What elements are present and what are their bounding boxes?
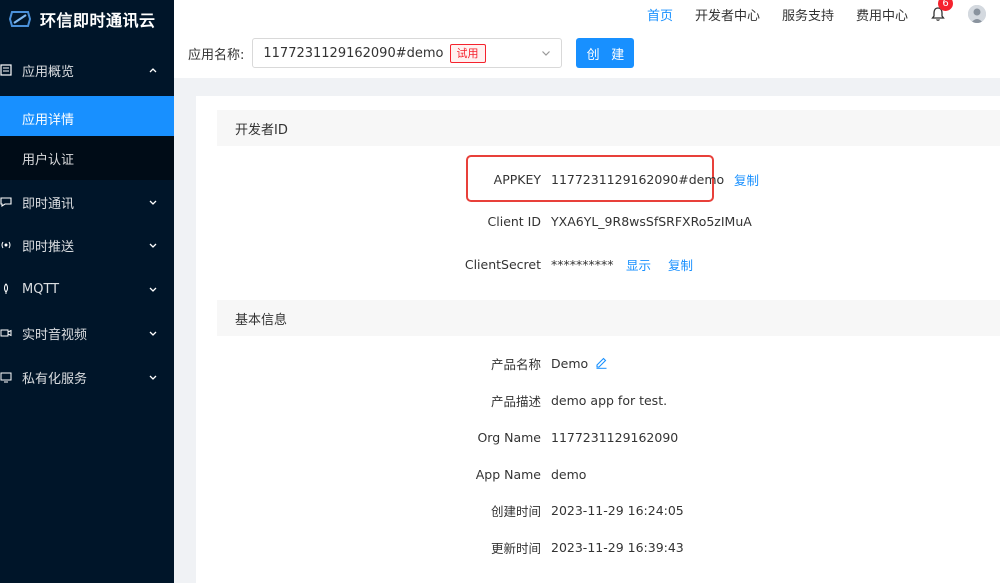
org-name-row: Org Name 1177231129162090: [196, 427, 1000, 447]
chevron-up-icon: [149, 68, 157, 73]
created-time-row: 创建时间 2023-11-29 16:24:05: [196, 500, 1000, 520]
nav-developer-center[interactable]: 开发者中心: [695, 5, 760, 24]
sidebar-group-mqtt[interactable]: MQTT: [0, 267, 174, 311]
client-secret-row: ClientSecret ********** 显示 复制: [196, 254, 1000, 274]
nav-support[interactable]: 服务支持: [782, 5, 834, 24]
sidebar-group-private[interactable]: 私有化服务: [0, 355, 174, 399]
trial-tag: 试用: [449, 43, 486, 63]
client-id-row: Client ID YXA6YL_9R8wsSfSRFXRo5zIMuA: [196, 211, 1000, 231]
chevron-down-icon: [149, 331, 157, 336]
chevron-down-icon: [149, 200, 157, 205]
show-secret-link[interactable]: 显示: [626, 255, 651, 274]
product-name-label: 产品名称: [490, 356, 541, 372]
chevron-down-icon: [149, 243, 157, 248]
org-name-value: 1177231129162090: [551, 429, 679, 445]
client-secret-label: ClientSecret: [464, 256, 541, 272]
client-id-label: Client ID: [487, 213, 541, 229]
sidebar-item-user-auth[interactable]: 用户认证: [0, 136, 174, 180]
developer-id-heading: 开发者ID: [217, 110, 1000, 146]
sidebar-group-label: MQTT: [22, 281, 60, 297]
sidebar-group-label: 应用概览: [22, 64, 75, 80]
chevron-down-icon: [149, 375, 157, 380]
sidebar-item-label: 用户认证: [22, 152, 75, 168]
mqtt-icon: [0, 283, 14, 295]
client-secret-value: **********: [551, 256, 614, 272]
app-name-value: demo: [551, 466, 587, 482]
avatar[interactable]: [968, 5, 986, 23]
copy-appkey-link[interactable]: 复制: [734, 170, 759, 189]
updated-time-value: 2023-11-29 16:39:43: [551, 539, 684, 555]
app-details-panel: 开发者ID APPKEY 1177231129162090#demo 复制 Cl…: [196, 96, 1000, 583]
product-desc-value: demo app for test.: [551, 392, 668, 408]
sidebar-group-push[interactable]: 即时推送: [0, 223, 174, 267]
top-nav: 首页 开发者中心 服务支持 费用中心 6: [647, 0, 1000, 28]
push-icon: [0, 239, 14, 251]
brand-title: 环信即时通讯云: [40, 11, 156, 30]
product-name-value: Demo: [551, 355, 589, 371]
sidebar-item-label: 应用详情: [22, 112, 75, 128]
appkey-label: APPKEY: [493, 171, 541, 187]
app-name-label: App Name: [475, 466, 541, 482]
sidebar-group-label: 实时音视频: [22, 327, 88, 343]
chevron-down-icon: [542, 51, 551, 56]
appkey-row: APPKEY 1177231129162090#demo 复制: [196, 169, 1000, 189]
app-select[interactable]: 1177231129162090#demo 试用: [252, 38, 563, 68]
sidebar-group-label: 即时推送: [22, 239, 75, 255]
logo-icon: [8, 10, 32, 28]
chat-icon: [0, 196, 14, 208]
basic-info-heading: 基本信息: [217, 300, 1000, 336]
created-time-value: 2023-11-29 16:24:05: [551, 502, 684, 518]
chevron-down-icon: [149, 287, 157, 292]
app-select-value: 1177231129162090#demo: [263, 45, 444, 61]
created-time-label: 创建时间: [490, 503, 541, 519]
nav-home[interactable]: 首页: [647, 5, 673, 24]
app-selector-row: 应用名称: 1177231129162090#demo 试用 创 建: [174, 28, 1000, 78]
org-name-label: Org Name: [477, 429, 541, 445]
nav-billing[interactable]: 费用中心: [856, 5, 908, 24]
app-name-label: 应用名称:: [188, 47, 245, 63]
edit-icon[interactable]: [595, 356, 608, 369]
product-desc-row: 产品描述 demo app for test.: [196, 390, 1000, 410]
sidebar-group-im[interactable]: 即时通讯: [0, 180, 174, 224]
app-name-row: App Name demo: [196, 464, 1000, 484]
sidebar-group-video[interactable]: 实时音视频: [0, 311, 174, 355]
monitor-icon: [0, 371, 14, 383]
sidebar: 环信即时通讯云 应用概览 应用详情 用户认证 即时通讯 即时推送 MQTT 实时…: [0, 0, 174, 583]
sidebar-group-label: 私有化服务: [22, 371, 88, 387]
product-name-row: 产品名称 Demo: [196, 353, 1000, 373]
appkey-value: 1177231129162090#demo: [551, 171, 725, 187]
create-button[interactable]: 创 建: [576, 38, 635, 68]
sidebar-group-label: 即时通讯: [22, 196, 75, 212]
overview-icon: [0, 64, 14, 76]
notification-badge: 6: [938, 0, 953, 11]
updated-time-label: 更新时间: [490, 540, 541, 556]
sidebar-item-app-details[interactable]: 应用详情: [0, 96, 174, 140]
brand[interactable]: 环信即时通讯云: [0, 0, 174, 38]
top-header: 首页 开发者中心 服务支持 费用中心 6: [174, 0, 1000, 28]
product-desc-label: 产品描述: [490, 393, 541, 409]
client-id-value: YXA6YL_9R8wsSfSRFXRo5zIMuA: [551, 213, 752, 229]
sidebar-group-overview[interactable]: 应用概览: [0, 48, 174, 92]
notification-button[interactable]: 6: [930, 0, 953, 22]
video-icon: [0, 327, 14, 339]
copy-secret-link[interactable]: 复制: [668, 255, 693, 274]
updated-time-row: 更新时间 2023-11-29 16:39:43: [196, 537, 1000, 557]
